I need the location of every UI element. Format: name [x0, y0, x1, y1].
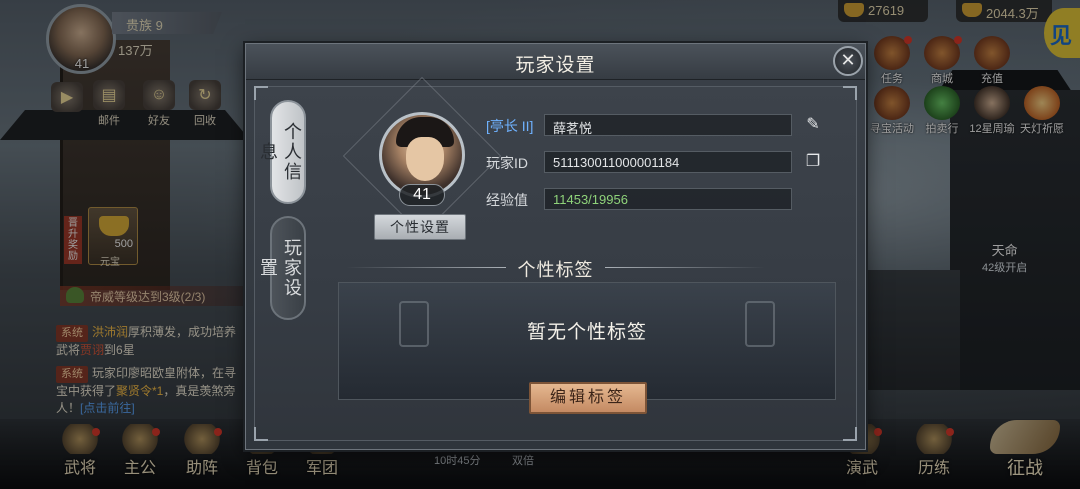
corner-ornament: [254, 427, 268, 441]
tags-section-title: 个性标签: [517, 260, 594, 280]
copy-icon[interactable]: ❐: [802, 151, 824, 173]
rank-badge: [亭长 II]: [486, 118, 534, 134]
modal-title: 玩家设置: [515, 55, 596, 76]
player-id-label: 玩家ID: [486, 155, 528, 171]
portrait-level: 41: [399, 184, 445, 206]
divider: [605, 267, 765, 268]
corner-ornament: [843, 427, 857, 441]
player-settings-modal: 玩家设置 ✕ 个人信息 玩家设置 41 个性设置 [亭长 II] 薛茗悦 ✎ 玩…: [245, 43, 866, 450]
portrait-face: [406, 137, 444, 181]
modal-title-bar: 玩家设置 ✕: [246, 44, 865, 80]
tab-personal-info[interactable]: 个人信息: [258, 100, 306, 204]
close-button[interactable]: ✕: [833, 46, 863, 76]
tags-section-header: 个性标签: [346, 256, 765, 280]
player-name-field: 薛茗悦: [544, 114, 792, 136]
player-id-field: 511130011000001184: [544, 151, 792, 173]
tab-player-settings[interactable]: 玩家设置: [258, 216, 306, 320]
exp-field: 11453/19956: [544, 188, 792, 210]
corner-ornament: [843, 86, 857, 100]
no-tags-text: 暂无个性标签: [526, 322, 647, 343]
rename-scroll-icon[interactable]: ✎: [802, 114, 824, 136]
edit-tags-button[interactable]: 编辑标签: [529, 382, 647, 414]
personal-settings-button[interactable]: 个性设置: [374, 214, 466, 240]
exp-label: 经验值: [486, 192, 528, 208]
close-icon: ✕: [840, 50, 856, 70]
corner-ornament: [254, 86, 268, 100]
